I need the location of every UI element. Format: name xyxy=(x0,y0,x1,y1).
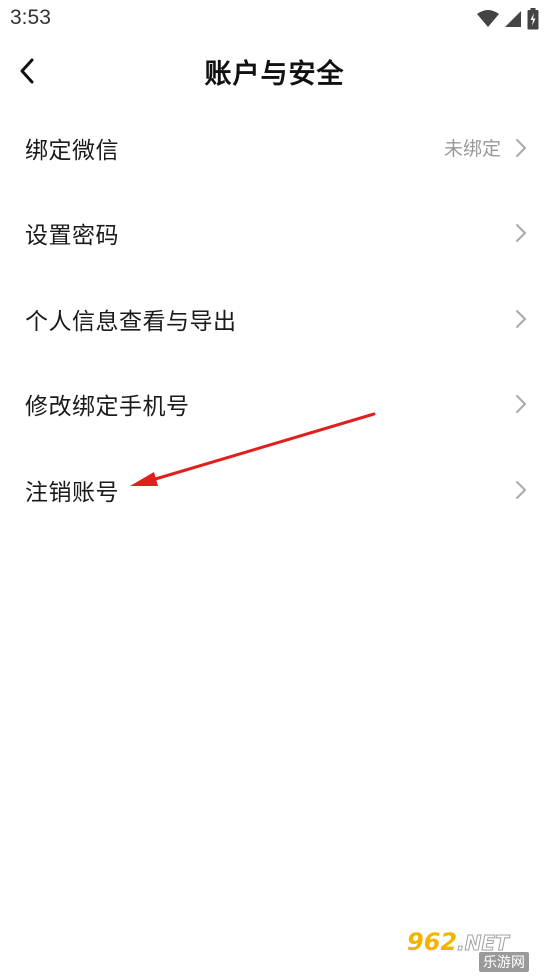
menu-item-label: 注销账号 xyxy=(25,479,119,506)
menu-item-set-password[interactable]: 设置密码 xyxy=(0,191,549,277)
account-security-screen: 3:53 账户与安全 绑定微信 未绑定 设置密码 个人信息查看与导出 修改绑定手… xyxy=(0,0,549,976)
menu-item-label: 修改绑定手机号 xyxy=(25,394,190,421)
menu-item-bind-wechat[interactable]: 绑定微信 未绑定 xyxy=(0,105,549,191)
chevron-right-icon xyxy=(516,309,526,328)
watermark-sub: 乐游网 xyxy=(479,952,529,972)
wifi-icon xyxy=(477,10,499,27)
status-icons xyxy=(477,8,539,30)
menu-item-label: 设置密码 xyxy=(25,223,119,250)
page-title: 账户与安全 xyxy=(204,59,345,90)
header: 账户与安全 xyxy=(0,42,549,100)
menu-item-label: 个人信息查看与导出 xyxy=(25,308,237,335)
watermark-logo: 962.NET 乐游网 xyxy=(407,928,543,972)
menu-item-status: 未绑定 xyxy=(443,138,501,161)
chevron-right-icon xyxy=(516,395,526,414)
menu-item-delete-account[interactable]: 注销账号 xyxy=(0,447,549,533)
menu-item-personal-info-export[interactable]: 个人信息查看与导出 xyxy=(0,276,549,362)
battery-icon xyxy=(527,8,539,30)
cellular-signal-icon xyxy=(505,11,521,27)
status-time: 3:53 xyxy=(10,6,51,29)
chevron-right-icon xyxy=(516,138,526,157)
chevron-right-icon xyxy=(516,480,526,499)
status-bar: 3:53 xyxy=(0,0,549,38)
menu-item-change-phone[interactable]: 修改绑定手机号 xyxy=(0,362,549,448)
chevron-right-icon xyxy=(516,224,526,243)
settings-menu: 绑定微信 未绑定 设置密码 个人信息查看与导出 修改绑定手机号 注销账号 xyxy=(0,105,549,533)
menu-item-label: 绑定微信 xyxy=(25,137,119,164)
